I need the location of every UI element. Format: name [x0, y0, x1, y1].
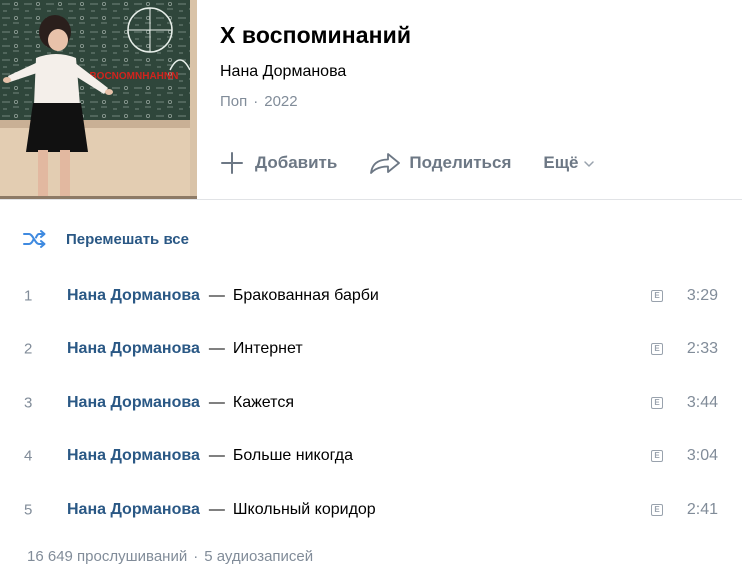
explicit-icon: E — [651, 396, 663, 409]
shuffle-all-label: Перемешать все — [66, 230, 189, 248]
track-separator: — — [208, 340, 225, 358]
track-list: 1 Нана Дорманова — Бракованная барби E 3:2… — [0, 269, 742, 537]
track-separator: — — [208, 500, 225, 518]
track-number: 4 — [24, 447, 33, 465]
track-title: Кажется — [232, 393, 294, 411]
track-artist-link[interactable]: Нана Дорманова — [67, 340, 200, 357]
track-title: Бракованная барби — [232, 286, 379, 304]
track-text: Нана Дорманова — Интернет — [67, 340, 303, 358]
header-divider — [0, 199, 742, 200]
track-text: Нана Дорманова — Бракованная барби — [67, 287, 379, 305]
listens-count: 16 649 прослушиваний — [27, 548, 188, 565]
album-actions: Добавить Поделиться Ещё — [220, 146, 595, 180]
explicit-icon: E — [651, 450, 663, 463]
add-button-label: Добавить — [255, 153, 338, 172]
track-text: Нана Дорманова — Больше никогда — [67, 447, 353, 465]
track-duration: 3:44 — [686, 393, 718, 411]
explicit-icon: E — [651, 503, 663, 516]
track-text: Нана Дорманова — Кажется — [67, 394, 294, 412]
album-cover-art: X BOCNOMNHAHNN — [0, 0, 197, 200]
more-button[interactable]: Ещё — [543, 153, 594, 173]
album-meta: Поп · 2022 — [220, 93, 298, 110]
track-row[interactable]: 4 Нана Дорманова — Больше никогда E 3:04 — [0, 430, 742, 484]
album-year: 2022 — [264, 93, 298, 110]
album-genre[interactable]: Поп — [220, 93, 247, 110]
share-arrow-icon — [370, 153, 401, 174]
album-title: X воспоминаний — [220, 22, 412, 48]
track-duration: 2:41 — [686, 500, 718, 518]
track-row[interactable]: 3 Нана Дорманова — Кажется E 3:44 — [0, 376, 742, 430]
track-title: Больше никогда — [232, 447, 353, 465]
track-title: Школьный коридор — [232, 500, 376, 518]
tracks-count: 5 аудиозаписей — [204, 548, 314, 565]
share-button[interactable]: Поделиться — [369, 151, 511, 175]
explicit-icon: E — [651, 343, 663, 356]
track-number: 5 — [24, 501, 33, 519]
track-duration: 2:33 — [686, 340, 718, 358]
track-title: Интернет — [232, 340, 303, 358]
meta-separator: · — [253, 93, 259, 110]
track-duration: 3:04 — [686, 447, 718, 465]
track-separator: — — [208, 286, 225, 304]
track-text: Нана Дорманова — Школьный коридор — [67, 501, 376, 519]
track-artist-link[interactable]: Нана Дорманова — [67, 501, 200, 518]
track-artist-link[interactable]: Нана Дорманова — [67, 287, 200, 304]
plus-icon — [221, 152, 243, 174]
track-row[interactable]: 1 Нана Дорманова — Бракованная барби E 3:2… — [0, 269, 742, 323]
track-artist-link[interactable]: Нана Дорманова — [67, 447, 200, 464]
track-artist-link[interactable]: Нана Дорманова — [67, 394, 200, 411]
album-page: X BOCNOMNHAHNN X воспоминаний Нана Дорма… — [0, 0, 742, 582]
shuffle-all-button[interactable]: Перемешать все — [22, 225, 189, 253]
more-button-label: Ещё — [543, 153, 579, 172]
stats-separator: · — [193, 548, 199, 565]
album-stats: 16 649 прослушиваний · 5 аудиозаписей — [27, 548, 313, 565]
track-separator: — — [208, 393, 225, 411]
share-button-label: Поделиться — [409, 153, 512, 172]
track-number: 2 — [24, 340, 33, 358]
add-button[interactable]: Добавить — [220, 151, 337, 175]
album-artist-link[interactable]: Нана Дорманова — [220, 63, 346, 81]
shuffle-icon — [23, 230, 46, 248]
album-cover[interactable]: X BOCNOMNHAHNN — [0, 0, 197, 200]
track-row[interactable]: 5 Нана Дорманова — Школьный коридор E 2:41 — [0, 483, 742, 537]
track-duration: 3:29 — [686, 286, 718, 304]
track-row[interactable]: 2 Нана Дорманова — Интернет E 2:33 — [0, 323, 742, 377]
chevron-down-icon — [583, 161, 594, 167]
explicit-icon: E — [651, 289, 663, 302]
track-separator: — — [208, 447, 225, 465]
track-number: 1 — [24, 287, 33, 305]
track-number: 3 — [24, 394, 33, 412]
